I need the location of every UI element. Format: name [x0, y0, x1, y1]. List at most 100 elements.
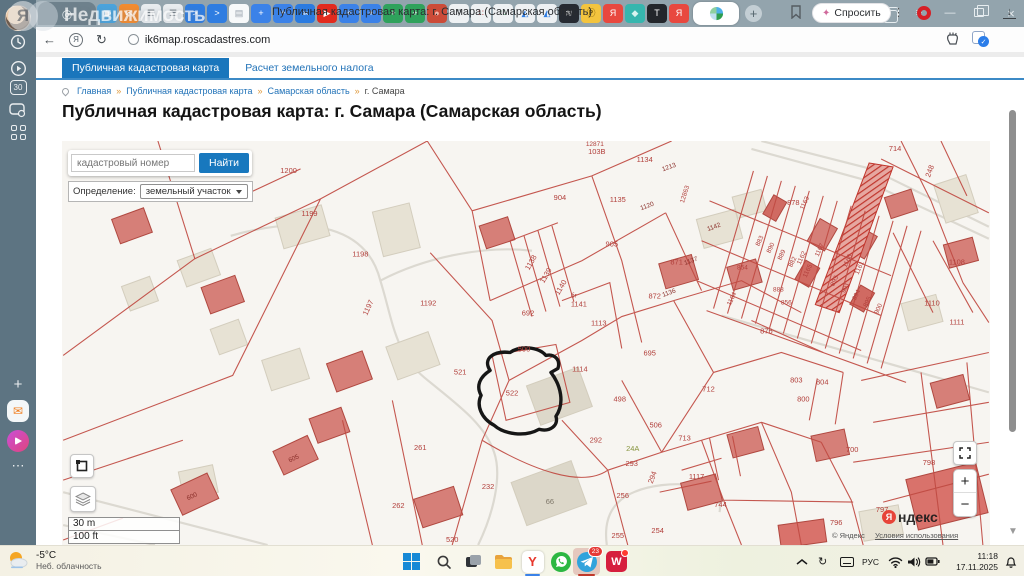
address-bar[interactable]: ik6map.roscadastres.com [114, 34, 270, 46]
terms-link[interactable]: Условия использования [875, 531, 958, 540]
parcel-label: 744 [714, 500, 726, 509]
parcel-label: 522 [506, 388, 518, 397]
sidebar-avatar[interactable] [0, 5, 36, 31]
alice-spark-icon: ✦ [822, 8, 830, 19]
parcel-label: 232 [482, 482, 494, 491]
whatsapp-button[interactable] [547, 548, 574, 575]
copyright: © Яндекс [832, 531, 865, 540]
addressbar-more-button[interactable]: ⋮ [893, 6, 904, 19]
back-button[interactable]: ← [43, 32, 56, 47]
crumb-home[interactable]: Главная [77, 86, 111, 96]
zoom-out-button[interactable]: − [954, 493, 976, 516]
browser-toolbar: ← Я ↻ ik6map.roscadastres.com [36, 27, 1024, 53]
browser-tab[interactable]: ◆ [625, 4, 645, 23]
telegram-button[interactable]: 23 [573, 548, 600, 575]
search-button[interactable] [430, 548, 457, 575]
fullscreen-button[interactable] [953, 441, 977, 465]
browser-tab[interactable]: ▣ [97, 4, 117, 23]
ask-label: Спросить [834, 7, 880, 19]
ask-alice-button[interactable]: ✦ Спросить [812, 3, 891, 23]
battery-icon[interactable] [925, 546, 940, 576]
language-indicator[interactable]: РУС [862, 546, 879, 576]
page-heading: Публичная кадастровая карта: г. Самара (… [62, 101, 602, 122]
parcel-label: 854 [737, 265, 748, 272]
tab-land-tax[interactable]: Расчет земельного налога [229, 58, 389, 78]
new-tab-button[interactable]: + [745, 5, 762, 22]
history-icon[interactable] [0, 34, 36, 50]
parcel-label: 871 [670, 258, 682, 267]
volume-icon[interactable] [907, 546, 921, 576]
crumb-region[interactable]: Самарская область [268, 86, 350, 96]
browser-tab[interactable]: > [185, 4, 205, 23]
active-browser-tab[interactable] [693, 2, 739, 25]
page-scrollbar-thumb[interactable] [1009, 110, 1016, 432]
file-explorer-button[interactable] [490, 548, 517, 575]
tray-chevron-icon[interactable] [796, 546, 808, 576]
browser-tab[interactable]: + [251, 4, 271, 23]
tray-clock[interactable]: 11:18 17.11.2025 [956, 551, 998, 574]
browser-tab[interactable]: ☰ [141, 4, 161, 23]
wifi-icon[interactable] [888, 546, 903, 576]
cadastral-map[interactable]: 1200119911981197119252150052211144982922… [62, 141, 990, 545]
parcel-label: 1110 [924, 299, 940, 308]
crumb-map[interactable]: Публичная кадастровая карта [126, 86, 252, 96]
browser-tab[interactable]: T [647, 4, 667, 23]
minimize-button[interactable]: — [941, 4, 959, 22]
map-attribution: © Яндекс Условия использования [832, 531, 958, 540]
extension-protect-icon[interactable]: ✓ [972, 31, 985, 44]
tray-keyboard-icon[interactable] [840, 546, 854, 576]
mail-icon[interactable]: ✉ [0, 400, 36, 422]
yandex-home-icon[interactable]: Я [69, 33, 83, 47]
restore-button[interactable] [974, 8, 984, 17]
extension-hand-icon[interactable] [945, 32, 960, 52]
notifications-icon[interactable] [1004, 555, 1018, 574]
parcel-label: 255 [612, 531, 624, 540]
parcel-label: 695 [643, 348, 655, 357]
parcel-label: 500 [518, 344, 530, 353]
task-view-button[interactable] [460, 548, 487, 575]
zoom-in-button[interactable]: + [954, 470, 976, 493]
reload-button[interactable]: ↻ [96, 32, 107, 48]
parcel-label: 1111 [949, 318, 964, 327]
start-button[interactable] [398, 548, 425, 575]
bookmark-icon[interactable] [790, 5, 802, 24]
sidebar-more-icon[interactable]: ⋯ [0, 458, 36, 474]
parcel-label: 692 [522, 309, 534, 318]
parcel-label: 1134 [637, 155, 653, 164]
browser-tab[interactable]: Я [603, 4, 623, 23]
parcel-label: 261 [414, 443, 426, 452]
parcel-label: 254 [651, 526, 663, 535]
map-search-panel: Найти [68, 150, 252, 176]
tab-cadastral-map[interactable]: Публичная кадастровая карта [62, 58, 229, 78]
downloads-icon[interactable]: ↓ [1003, 6, 1016, 19]
zoom-controls: + − [953, 469, 977, 517]
cadastral-number-input[interactable] [71, 154, 195, 172]
site-pinwheel-icon [709, 6, 724, 21]
browser-tab[interactable]: Я [669, 4, 689, 23]
video-play-icon[interactable] [0, 60, 36, 77]
site-security-icon[interactable] [128, 34, 139, 45]
video-30-badge[interactable]: 30 [0, 80, 36, 95]
alice-icon[interactable] [0, 430, 36, 452]
windows-taskbar: -5°C Неб. облачность Y 23 W ↻ РУС [0, 545, 1024, 576]
browser-tab[interactable]: ☰ [163, 4, 183, 23]
definition-label: Определение: [73, 186, 136, 197]
browser-tab[interactable]: ▤ [229, 4, 249, 23]
browser-tab[interactable]: > [207, 4, 227, 23]
sidebar-add-icon[interactable]: + [0, 376, 36, 393]
pinned-tab-group[interactable]: ◎ [38, 2, 96, 25]
wildberries-button[interactable]: W [603, 548, 630, 575]
yandex-browser-button[interactable]: Y [519, 548, 546, 575]
extension-opera-icon[interactable] [917, 6, 931, 20]
draw-polygon-button[interactable] [70, 454, 94, 478]
parcel-label: 905 [606, 240, 618, 249]
weather-widget[interactable]: -5°C Неб. облачность [6, 549, 102, 571]
browser-tab[interactable]: ✉ [119, 4, 139, 23]
layers-button[interactable] [70, 486, 96, 512]
services-grid-icon[interactable] [0, 125, 36, 140]
scroll-down-arrow[interactable]: ▼ [1008, 526, 1018, 537]
messenger-icon[interactable] [0, 102, 36, 118]
definition-select[interactable]: земельный участок [140, 184, 248, 199]
breadcrumb: Главная» Публичная кадастровая карта» Са… [62, 86, 405, 96]
find-button[interactable]: Найти [199, 153, 249, 173]
